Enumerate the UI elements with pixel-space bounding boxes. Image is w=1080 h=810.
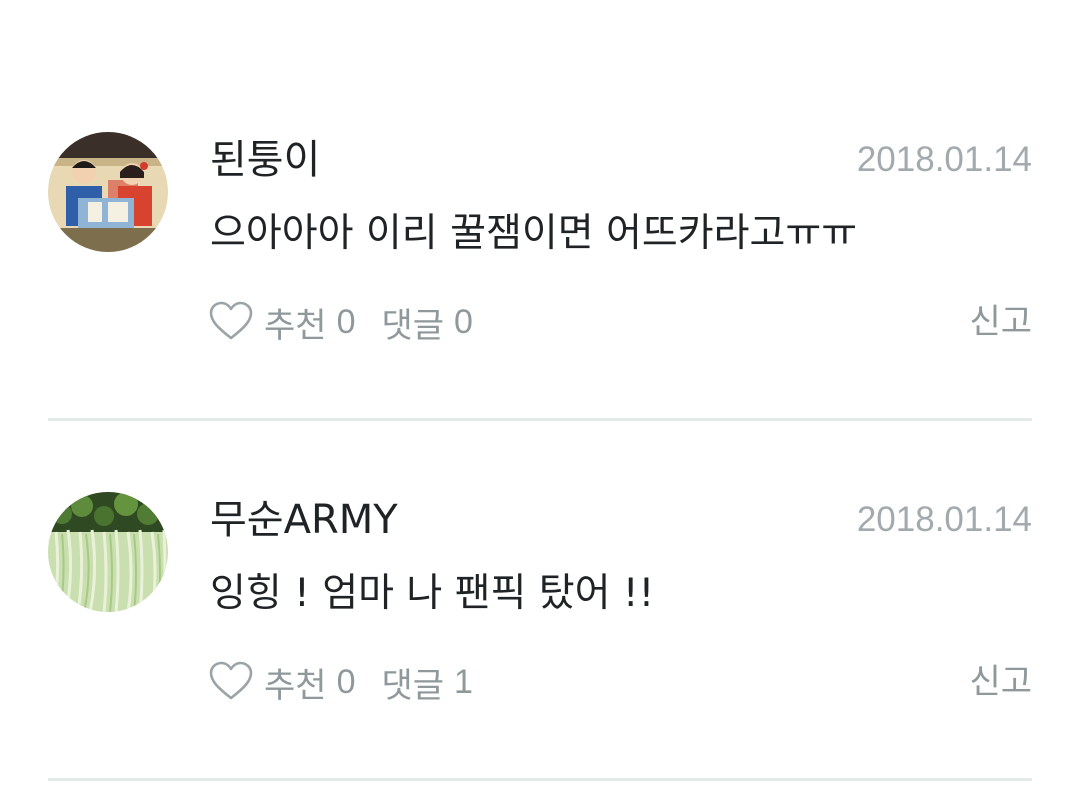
comment-item: 무순ARMY 2018.01.14 잉힝 ! 엄마 나 팬픽 탔어 !! 추천 … <box>0 360 1080 781</box>
recommend-button[interactable]: 추천 <box>264 298 327 347</box>
recommend-count: 0 <box>336 662 356 701</box>
comment-date: 2018.01.14 <box>856 140 1032 179</box>
avatar[interactable] <box>48 132 168 252</box>
comment-list: 된퉁이 2018.01.14 으아아아 이리 꿀잼이면 어뜨카라고ㅠㅠ 추천 0… <box>0 0 1080 810</box>
divider <box>48 778 1032 781</box>
avatar-illustration-icon <box>48 132 168 252</box>
avatar-sprouts-icon <box>48 492 168 612</box>
comment-actions: 추천 0 댓글 0 <box>208 298 473 346</box>
heart-icon[interactable] <box>208 659 254 705</box>
reply-button[interactable]: 댓글 <box>381 298 444 347</box>
reply-button[interactable]: 댓글 <box>381 658 444 707</box>
comment-text: 잉힝 ! 엄마 나 팬픽 탔어 !! <box>210 571 655 616</box>
comment-item: 된퉁이 2018.01.14 으아아아 이리 꿀잼이면 어뜨카라고ㅠㅠ 추천 0… <box>0 0 1080 421</box>
report-button[interactable]: 신고 <box>969 658 1032 706</box>
comment-author[interactable]: 무순ARMY <box>210 494 398 546</box>
comment-date: 2018.01.14 <box>856 500 1032 539</box>
reply-count: 1 <box>454 662 473 701</box>
recommend-button[interactable]: 추천 <box>264 658 327 707</box>
avatar[interactable] <box>48 492 168 612</box>
comment-author[interactable]: 된퉁이 <box>210 134 320 186</box>
recommend-count: 0 <box>336 302 356 341</box>
reply-count: 0 <box>454 302 473 341</box>
heart-icon[interactable] <box>208 299 254 345</box>
comment-text: 으아아아 이리 꿀잼이면 어뜨카라고ㅠㅠ <box>210 211 858 256</box>
comment-actions: 추천 0 댓글 1 <box>208 658 473 706</box>
report-button[interactable]: 신고 <box>969 298 1032 346</box>
